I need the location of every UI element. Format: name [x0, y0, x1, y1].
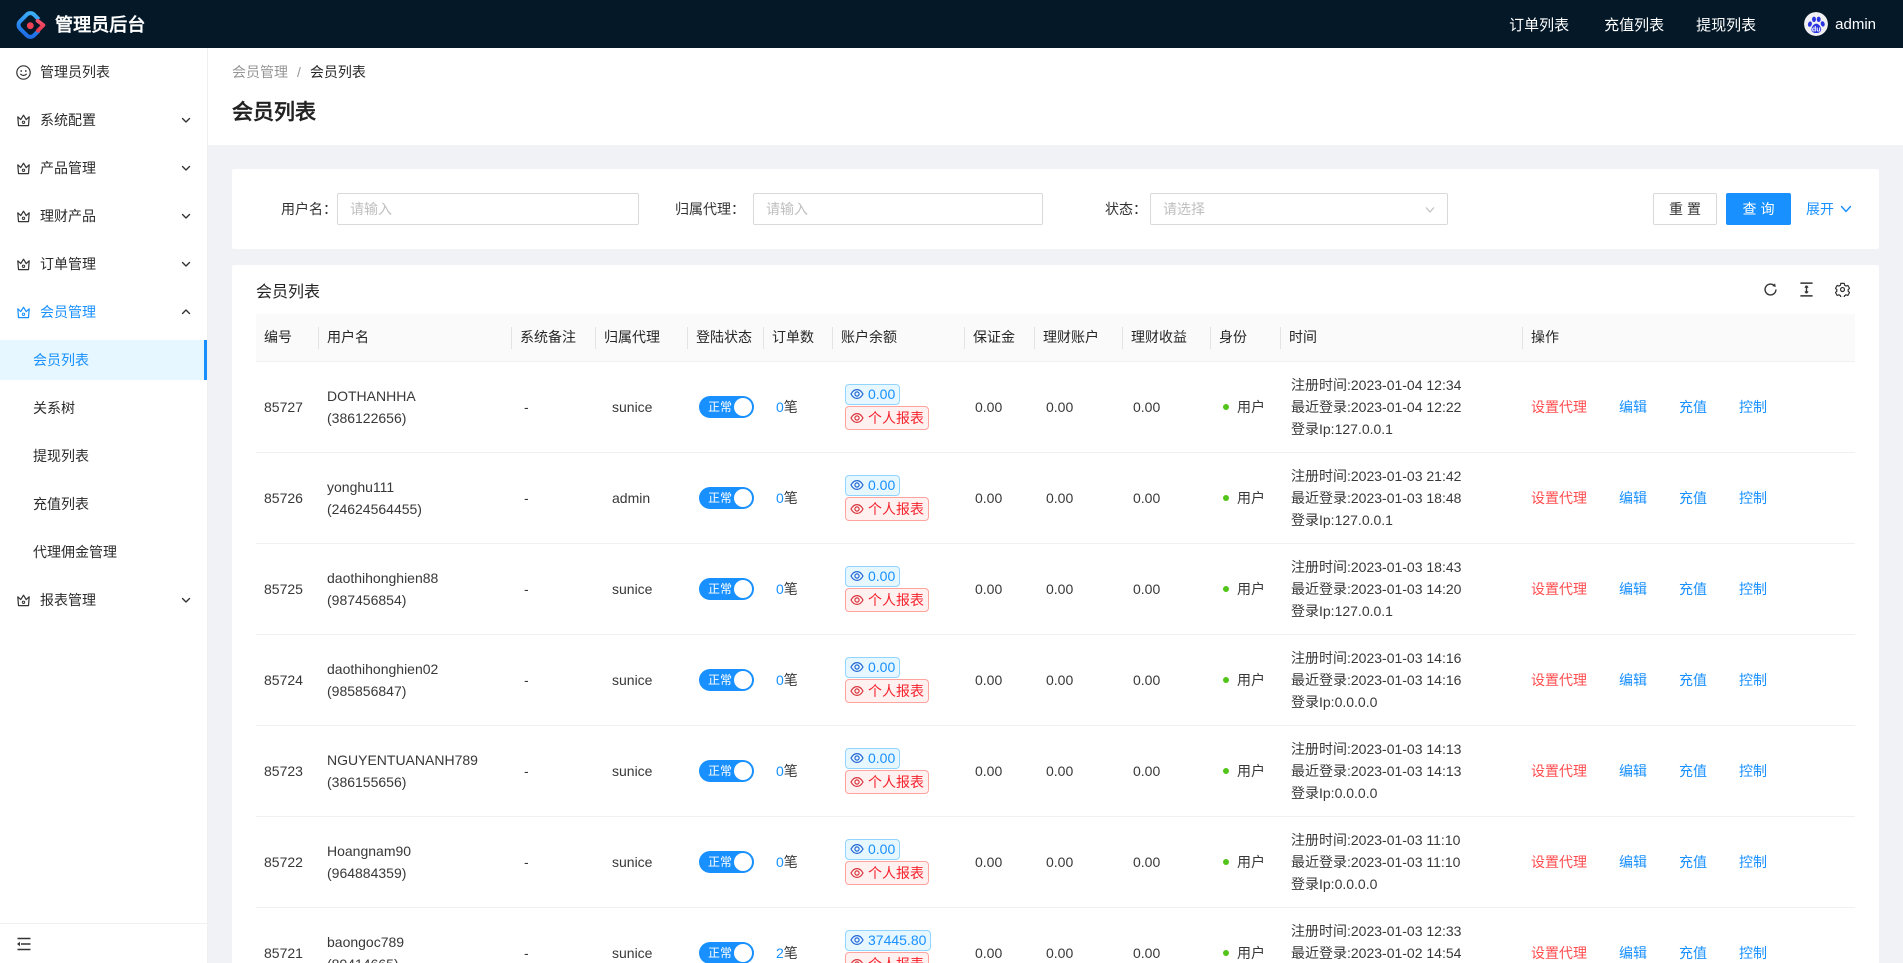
svg-text:du: du [1812, 24, 1821, 33]
